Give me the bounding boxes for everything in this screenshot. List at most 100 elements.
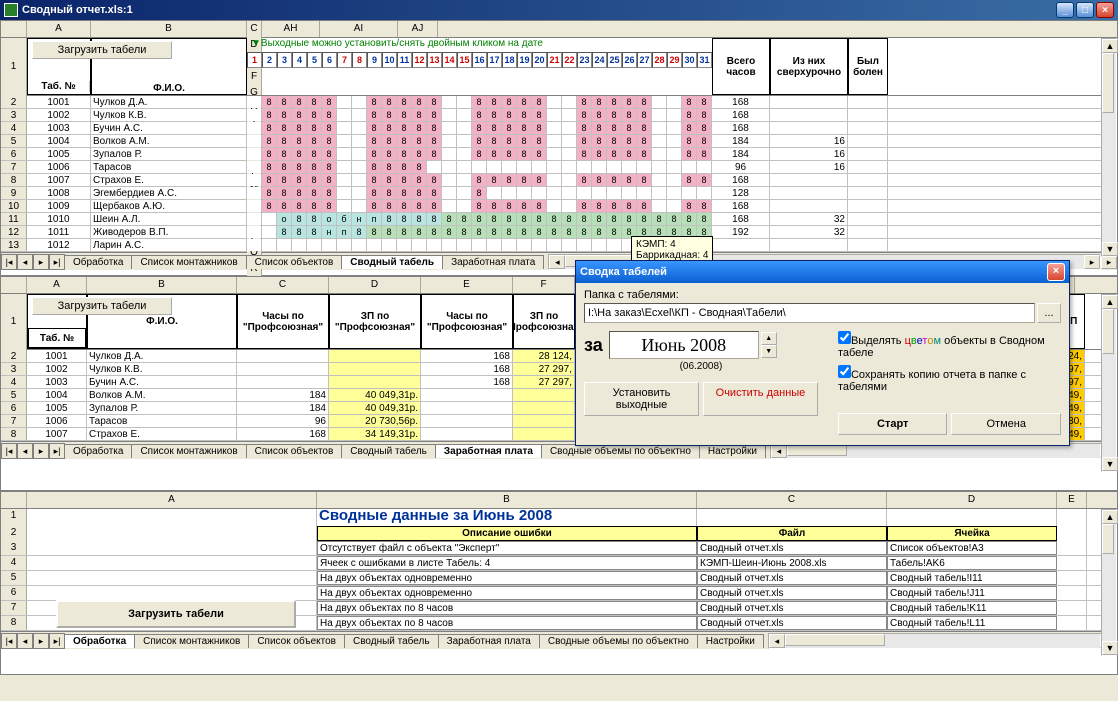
checkbox-savecopy[interactable]: Сохранять копию отчета в папке с табелям… — [838, 365, 1061, 393]
day-4[interactable]: 4 — [292, 52, 307, 68]
col-AI[interactable]: AI — [320, 21, 398, 37]
path-input[interactable] — [584, 303, 1035, 323]
table-row[interactable]: 111010Шеин А.Л.о88обнп888888888888888888… — [1, 213, 1117, 226]
day-21[interactable]: 21 — [547, 52, 562, 68]
tab3-3[interactable]: Сводный табель — [344, 634, 439, 648]
load-button-3[interactable]: Загрузить табели — [56, 600, 296, 628]
tab-first[interactable]: |◂ — [1, 254, 17, 270]
table-row[interactable]: 131012Ларин А.С. — [1, 239, 1117, 252]
tab3-5[interactable]: Сводные объемы по объектно — [539, 634, 698, 648]
day-7[interactable]: 7 — [337, 52, 352, 68]
day-8[interactable]: 8 — [352, 52, 367, 68]
table-row[interactable]: 6 На двух объектах одновременно Сводный … — [1, 586, 1117, 601]
minimize-button[interactable]: _ — [1056, 2, 1074, 18]
day-25[interactable]: 25 — [607, 52, 622, 68]
day-6[interactable]: 6 — [322, 52, 337, 68]
day-19[interactable]: 19 — [517, 52, 532, 68]
table-row[interactable]: 3 Отсутствует файл с объекта "Эксперт" С… — [1, 541, 1117, 556]
table-row[interactable]: 41003Бучин А.С.8888888888888888888888168 — [1, 122, 1117, 135]
hint-text: ▼Выходные можно установить/снять двойным… — [247, 38, 712, 52]
table-row[interactable]: 51004Волков А.М.888888888888888888888818… — [1, 135, 1117, 148]
day-11[interactable]: 11 — [397, 52, 412, 68]
table-row[interactable]: 71006Тарасов8888888889616 — [1, 161, 1117, 174]
table-row[interactable]: 4 Ячеек с ошибками в листе Табель: 4 КЭМ… — [1, 556, 1117, 571]
table-row[interactable]: 91008Эгембердиев А.С.88888888888128 — [1, 187, 1117, 200]
day-14[interactable]: 14 — [442, 52, 457, 68]
day-2[interactable]: 2 — [262, 52, 277, 68]
day-3[interactable]: 3 — [277, 52, 292, 68]
day-9[interactable]: 9 — [367, 52, 382, 68]
day-10[interactable]: 10 — [382, 52, 397, 68]
tab3-1[interactable]: Список монтажников — [134, 634, 249, 648]
day-27[interactable]: 27 — [637, 52, 652, 68]
maximize-button[interactable]: □ — [1076, 2, 1094, 18]
day-29[interactable]: 29 — [667, 52, 682, 68]
day-13[interactable]: 13 — [427, 52, 442, 68]
day-5[interactable]: 5 — [307, 52, 322, 68]
scroll-up[interactable]: ▲ — [1102, 39, 1118, 53]
vscrollbar[interactable]: ▲ ▼ — [1101, 38, 1117, 257]
tab-1[interactable]: Список монтажников — [131, 255, 246, 269]
dialog-close[interactable]: × — [1047, 263, 1065, 281]
day-16[interactable]: 16 — [472, 52, 487, 68]
day-15[interactable]: 15 — [457, 52, 472, 68]
tab-2[interactable]: Список объектов — [246, 255, 343, 269]
tab3-6[interactable]: Настройки — [697, 634, 764, 648]
day-30[interactable]: 30 — [682, 52, 697, 68]
tab2-0[interactable]: Обработка — [64, 444, 132, 458]
scroll-down[interactable]: ▼ — [1102, 242, 1118, 256]
tab-3[interactable]: Сводный табель — [341, 255, 443, 269]
tab-prev[interactable]: ◂ — [17, 254, 33, 270]
tab3-2[interactable]: Список объектов — [248, 634, 345, 648]
day-31[interactable]: 31 — [697, 52, 712, 68]
day-12[interactable]: 12 — [412, 52, 427, 68]
table-row[interactable]: 5 На двух объектах одновременно Сводный … — [1, 571, 1117, 586]
table-row[interactable]: 101009Щербаков А.Ю.888888888888888888888… — [1, 200, 1117, 213]
tab-next[interactable]: ▸ — [33, 254, 49, 270]
spin-up[interactable]: ▲ — [761, 332, 777, 345]
tab2-1[interactable]: Список монтажников — [131, 444, 246, 458]
tab-0[interactable]: Обработка — [64, 255, 132, 269]
tab-last[interactable]: ▸| — [49, 254, 65, 270]
col-AJ[interactable]: AJ — [398, 21, 438, 37]
browse-button[interactable]: ... — [1037, 303, 1061, 323]
vscrollbar-3[interactable]: ▲ ▼ — [1101, 509, 1117, 656]
tab3-0[interactable]: Обработка — [64, 634, 135, 648]
load-button[interactable]: Загрузить табели — [32, 41, 172, 59]
table-row[interactable]: 121011Живодеров В.П.888нп888888888888888… — [1, 226, 1117, 239]
set-weekends-button[interactable]: Установить выходные — [584, 382, 699, 416]
load-button-2[interactable]: Загрузить табели — [32, 297, 172, 315]
table-row[interactable]: 21001Чулков Д.А.888888888888888888888816… — [1, 96, 1117, 109]
close-button[interactable]: × — [1096, 2, 1114, 18]
day-23[interactable]: 23 — [577, 52, 592, 68]
day-28[interactable]: 28 — [652, 52, 667, 68]
tab-4[interactable]: Заработная плата — [442, 255, 544, 269]
grid-body[interactable]: 21001Чулков Д.А.888888888888888888888816… — [1, 96, 1117, 252]
day-1[interactable]: 1 — [247, 52, 262, 68]
tab3-4[interactable]: Заработная плата — [438, 634, 540, 648]
table-row[interactable]: 31002Чулков К.В.888888888888888888888816… — [1, 109, 1117, 122]
day-17[interactable]: 17 — [487, 52, 502, 68]
col-B[interactable]: B — [91, 21, 247, 37]
col-A[interactable]: A — [27, 21, 91, 37]
day-22[interactable]: 22 — [562, 52, 577, 68]
checkbox-highlight[interactable]: Выделять цветом объекты в Сводном табеле — [838, 331, 1061, 359]
day-24[interactable]: 24 — [592, 52, 607, 68]
tab2-3[interactable]: Сводный табель — [341, 444, 436, 458]
clear-data-button[interactable]: Очистить данные — [703, 382, 818, 416]
day-26[interactable]: 26 — [622, 52, 637, 68]
day-18[interactable]: 18 — [502, 52, 517, 68]
tab2-2[interactable]: Список объектов — [246, 444, 343, 458]
table-row[interactable]: 81007Страхов Е.8888888888888888888888168 — [1, 174, 1117, 187]
spin-down[interactable]: ▼ — [761, 345, 777, 358]
dialog-titlebar[interactable]: Сводка табелей × — [576, 261, 1069, 283]
day-20[interactable]: 20 — [532, 52, 547, 68]
cancel-button[interactable]: Отмена — [951, 413, 1061, 435]
header-tab-no: Таб. № — [28, 81, 90, 92]
start-button[interactable]: Старт — [838, 413, 948, 435]
month-input[interactable] — [609, 331, 759, 359]
tab2-4[interactable]: Заработная плата — [435, 444, 542, 458]
table-row[interactable]: 61005Зупалов Р.8888888888888888888888184… — [1, 148, 1117, 161]
vscrollbar-2[interactable]: ▲ ▼ — [1101, 294, 1117, 472]
col-AH[interactable]: AH — [262, 21, 320, 37]
